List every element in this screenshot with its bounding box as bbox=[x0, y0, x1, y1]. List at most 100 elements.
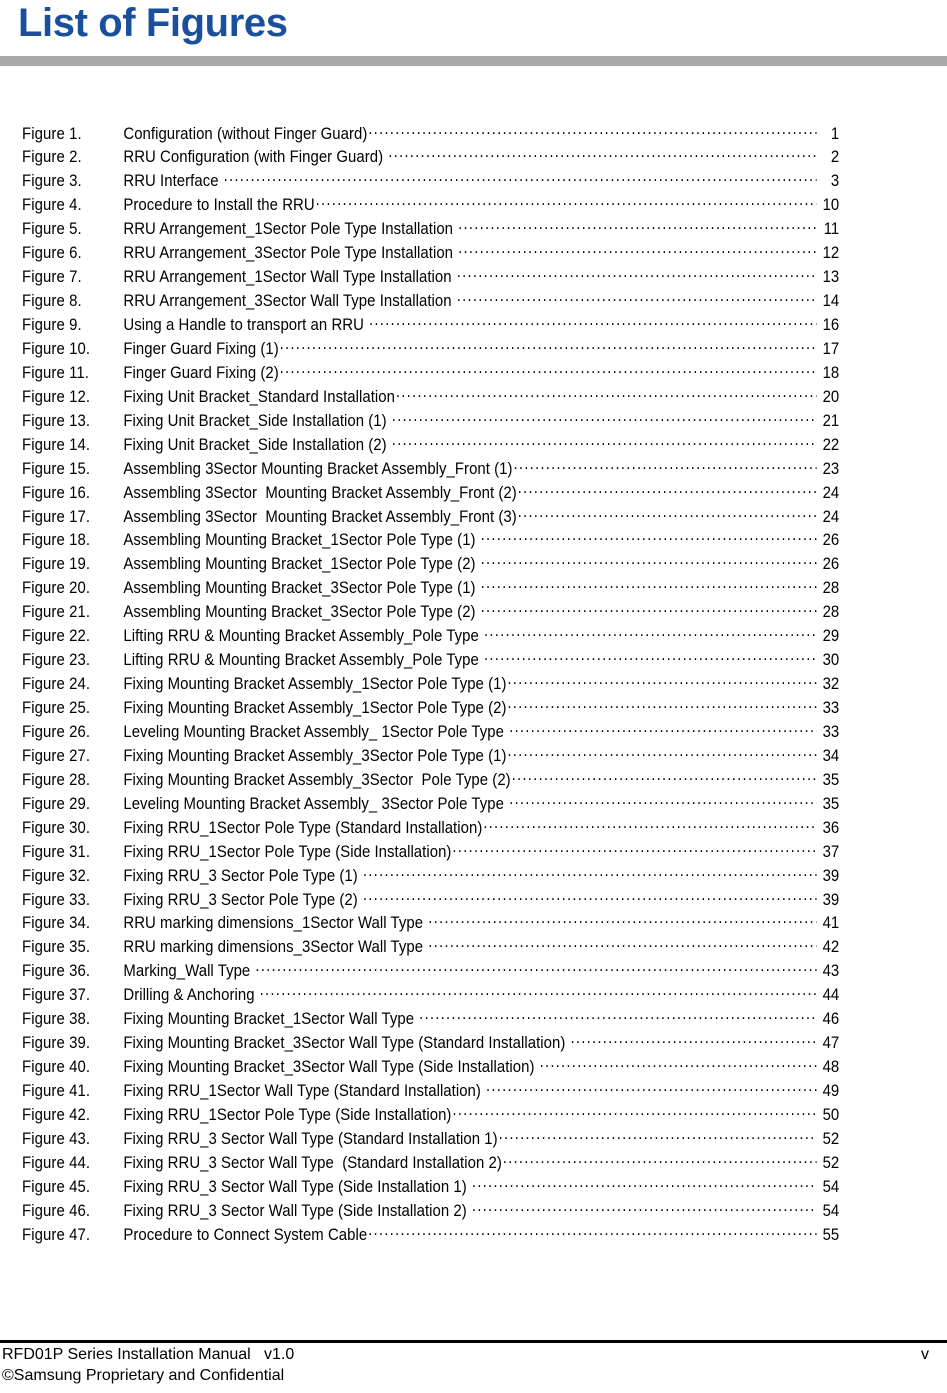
figure-caption: Fixing RRU_1Sector Pole Type (Side Insta… bbox=[123, 1105, 452, 1124]
page-number: 49 bbox=[822, 1082, 840, 1100]
list-item[interactable]: Figure 44. Fixing RRU_3 Sector Wall Type … bbox=[22, 1151, 839, 1175]
figure-label: Figure 38. bbox=[22, 1010, 91, 1029]
list-item[interactable]: Figure 19. Assembling Mounting Bracket_1S… bbox=[22, 553, 839, 577]
list-item[interactable]: Figure 1. Configuration (without Finger G… bbox=[22, 122, 839, 146]
list-item[interactable]: Figure 21. Assembling Mounting Bracket_3S… bbox=[22, 601, 839, 625]
figure-caption: Fixing Unit Bracket_Side Installation (1… bbox=[123, 411, 391, 430]
dot-leader bbox=[392, 409, 817, 426]
page-number: 22 bbox=[822, 435, 840, 454]
list-item[interactable]: Figure 12. Fixing Unit Bracket_Standard I… bbox=[22, 385, 839, 409]
list-item[interactable]: Figure 37. Drilling & Anchoring 44 bbox=[22, 984, 839, 1008]
dot-leader bbox=[509, 792, 817, 809]
list-of-figures: Figure 1. Configuration (without Finger G… bbox=[0, 122, 947, 1247]
figure-label: Figure 26. bbox=[22, 722, 91, 741]
page-number: 13 bbox=[822, 268, 840, 287]
figure-caption: Configuration (without Finger Guard) bbox=[123, 124, 368, 143]
list-item[interactable]: Figure 16. Assembling 3Sector Mounting Br… bbox=[22, 481, 839, 505]
list-item[interactable]: Figure 35. RRU marking dimensions_3Sector… bbox=[22, 936, 839, 960]
list-item[interactable]: Figure 41. Fixing RRU_1Sector Wall Type (… bbox=[22, 1080, 839, 1104]
list-item[interactable]: Figure 9. Using a Handle to transport an … bbox=[22, 314, 839, 338]
list-item[interactable]: Figure 38. Fixing Mounting Bracket_1Secto… bbox=[22, 1008, 839, 1032]
list-item[interactable]: Figure 4. Procedure to Install the RRU 10 bbox=[22, 194, 839, 218]
figure-caption: Fixing Mounting Bracket Assembly_3Sector… bbox=[123, 746, 507, 765]
list-item[interactable]: Figure 32. Fixing RRU_3 Sector Pole Type … bbox=[22, 864, 839, 888]
list-item[interactable]: Figure 31. Fixing RRU_1Sector Pole Type (… bbox=[22, 840, 839, 864]
page-number: 20 bbox=[822, 387, 840, 406]
list-item[interactable]: Figure 24. Fixing Mounting Bracket Assemb… bbox=[22, 673, 839, 697]
list-item[interactable]: Figure 33. Fixing RRU_3 Sector Pole Type … bbox=[22, 888, 839, 912]
list-item[interactable]: Figure 17. Assembling 3Sector Mounting Br… bbox=[22, 505, 839, 529]
list-item[interactable]: Figure 2. RRU Configuration (with Finger … bbox=[22, 146, 839, 170]
list-item[interactable]: Figure 7. RRU Arrangement_1Sector Wall Ty… bbox=[22, 266, 839, 290]
page-number: 50 bbox=[822, 1105, 840, 1124]
dot-leader bbox=[457, 266, 817, 283]
list-item[interactable]: Figure 34. RRU marking dimensions_1Sector… bbox=[22, 912, 839, 936]
list-item[interactable]: Figure 18. Assembling Mounting Bracket_1S… bbox=[22, 529, 839, 553]
dot-leader bbox=[392, 433, 817, 450]
page-number: 39 bbox=[822, 890, 840, 909]
list-item[interactable]: Figure 5. RRU Arrangement_1Sector Pole Ty… bbox=[22, 218, 839, 242]
list-item[interactable]: Figure 20. Assembling Mounting Bracket_3S… bbox=[22, 577, 839, 601]
figure-label: Figure 27. bbox=[22, 746, 91, 765]
figure-label: Figure 35. bbox=[22, 938, 91, 957]
list-item[interactable]: Figure 26. Leveling Mounting Bracket Asse… bbox=[22, 720, 839, 744]
list-item[interactable]: Figure 28. Fixing Mounting Bracket Assemb… bbox=[22, 768, 839, 792]
footer-page-number: v bbox=[921, 1346, 929, 1363]
list-item[interactable]: Figure 23. Lifting RRU & Mounting Bracket… bbox=[22, 649, 839, 673]
dot-leader bbox=[224, 170, 817, 187]
list-item[interactable]: Figure 11. Finger Guard Fixing (2) 18 bbox=[22, 361, 839, 385]
list-item[interactable]: Figure 25. Fixing Mounting Bracket Assemb… bbox=[22, 697, 839, 721]
figure-label: Figure 11. bbox=[22, 363, 90, 382]
figure-label: Figure 45. bbox=[22, 1177, 91, 1196]
dot-leader bbox=[512, 768, 817, 785]
list-item[interactable]: Figure 15. Assembling 3Sector Mounting Br… bbox=[22, 457, 839, 481]
list-item[interactable]: Figure 14. Fixing Unit Bracket_Side Insta… bbox=[22, 433, 839, 457]
list-item[interactable]: Figure 29. Leveling Mounting Bracket Asse… bbox=[22, 792, 839, 816]
figure-caption: Fixing RRU_1Sector Pole Type (Standard I… bbox=[123, 818, 483, 837]
figure-label: Figure 32. bbox=[22, 866, 91, 885]
dot-leader bbox=[316, 194, 817, 211]
figure-caption: Leveling Mounting Bracket Assembly_ 1Sec… bbox=[123, 722, 509, 741]
figure-caption: RRU Arrangement_1Sector Wall Type Instal… bbox=[123, 268, 456, 287]
list-item[interactable]: Figure 40. Fixing Mounting Bracket_3Secto… bbox=[22, 1056, 839, 1080]
list-item[interactable]: Figure 45. Fixing RRU_3 Sector Wall Type … bbox=[22, 1175, 839, 1199]
list-item[interactable]: Figure 22. Lifting RRU & Mounting Bracket… bbox=[22, 625, 839, 649]
page-number: 28 bbox=[822, 603, 840, 622]
dot-leader bbox=[481, 553, 817, 570]
dot-leader bbox=[486, 1080, 817, 1097]
dot-leader bbox=[518, 505, 817, 522]
page-number: 43 bbox=[822, 962, 840, 981]
list-item[interactable]: Figure 30. Fixing RRU_1Sector Pole Type (… bbox=[22, 816, 839, 840]
list-item[interactable]: Figure 39. Fixing Mounting Bracket_3Secto… bbox=[22, 1032, 839, 1056]
list-item[interactable]: Figure 43. Fixing RRU_3 Sector Wall Type … bbox=[22, 1127, 839, 1151]
list-item[interactable]: Figure 8. RRU Arrangement_3Sector Wall Ty… bbox=[22, 290, 839, 314]
figure-label: Figure 39. bbox=[22, 1034, 91, 1053]
figure-caption: Fixing Mounting Bracket Assembly_1Sector… bbox=[123, 675, 507, 694]
figure-label: Figure 4. bbox=[22, 196, 82, 215]
list-item[interactable]: Figure 3. RRU Interface 3 bbox=[22, 170, 839, 194]
list-item[interactable]: Figure 42. Fixing RRU_1Sector Pole Type (… bbox=[22, 1103, 839, 1127]
list-item[interactable]: Figure 36. Marking_Wall Type 43 bbox=[22, 960, 839, 984]
page-number: 44 bbox=[822, 986, 840, 1005]
dot-leader bbox=[368, 122, 816, 139]
figure-caption: Assembling 3Sector Mounting Bracket Asse… bbox=[123, 507, 517, 526]
list-item[interactable]: Figure 13. Fixing Unit Bracket_Side Insta… bbox=[22, 409, 839, 433]
dot-leader bbox=[484, 625, 817, 642]
figure-label: Figure 34. bbox=[22, 914, 91, 933]
page-number: 33 bbox=[822, 699, 840, 717]
page-number: 41 bbox=[822, 914, 840, 933]
figure-caption: Finger Guard Fixing (2) bbox=[123, 363, 279, 382]
figure-caption: Fixing RRU_3 Sector Wall Type (Side Inst… bbox=[123, 1201, 471, 1220]
figure-caption: Fixing Unit Bracket_Standard Installatio… bbox=[123, 387, 395, 406]
list-item[interactable]: Figure 6. RRU Arrangement_3Sector Pole Ty… bbox=[22, 242, 839, 266]
list-item[interactable]: Figure 47. Procedure to Connect System Ca… bbox=[22, 1223, 839, 1247]
figure-label: Figure 23. bbox=[22, 651, 91, 670]
page-number: 52 bbox=[822, 1153, 840, 1172]
list-item[interactable]: Figure 10. Finger Guard Fixing (1) 17 bbox=[22, 337, 839, 361]
list-item[interactable]: Figure 46. Fixing RRU_3 Sector Wall Type … bbox=[22, 1199, 839, 1223]
dot-leader bbox=[518, 481, 817, 498]
page-number: 54 bbox=[822, 1201, 840, 1220]
list-item[interactable]: Figure 27. Fixing Mounting Bracket Assemb… bbox=[22, 744, 839, 768]
page-number: 14 bbox=[822, 292, 840, 311]
page-number: 24 bbox=[822, 483, 840, 502]
